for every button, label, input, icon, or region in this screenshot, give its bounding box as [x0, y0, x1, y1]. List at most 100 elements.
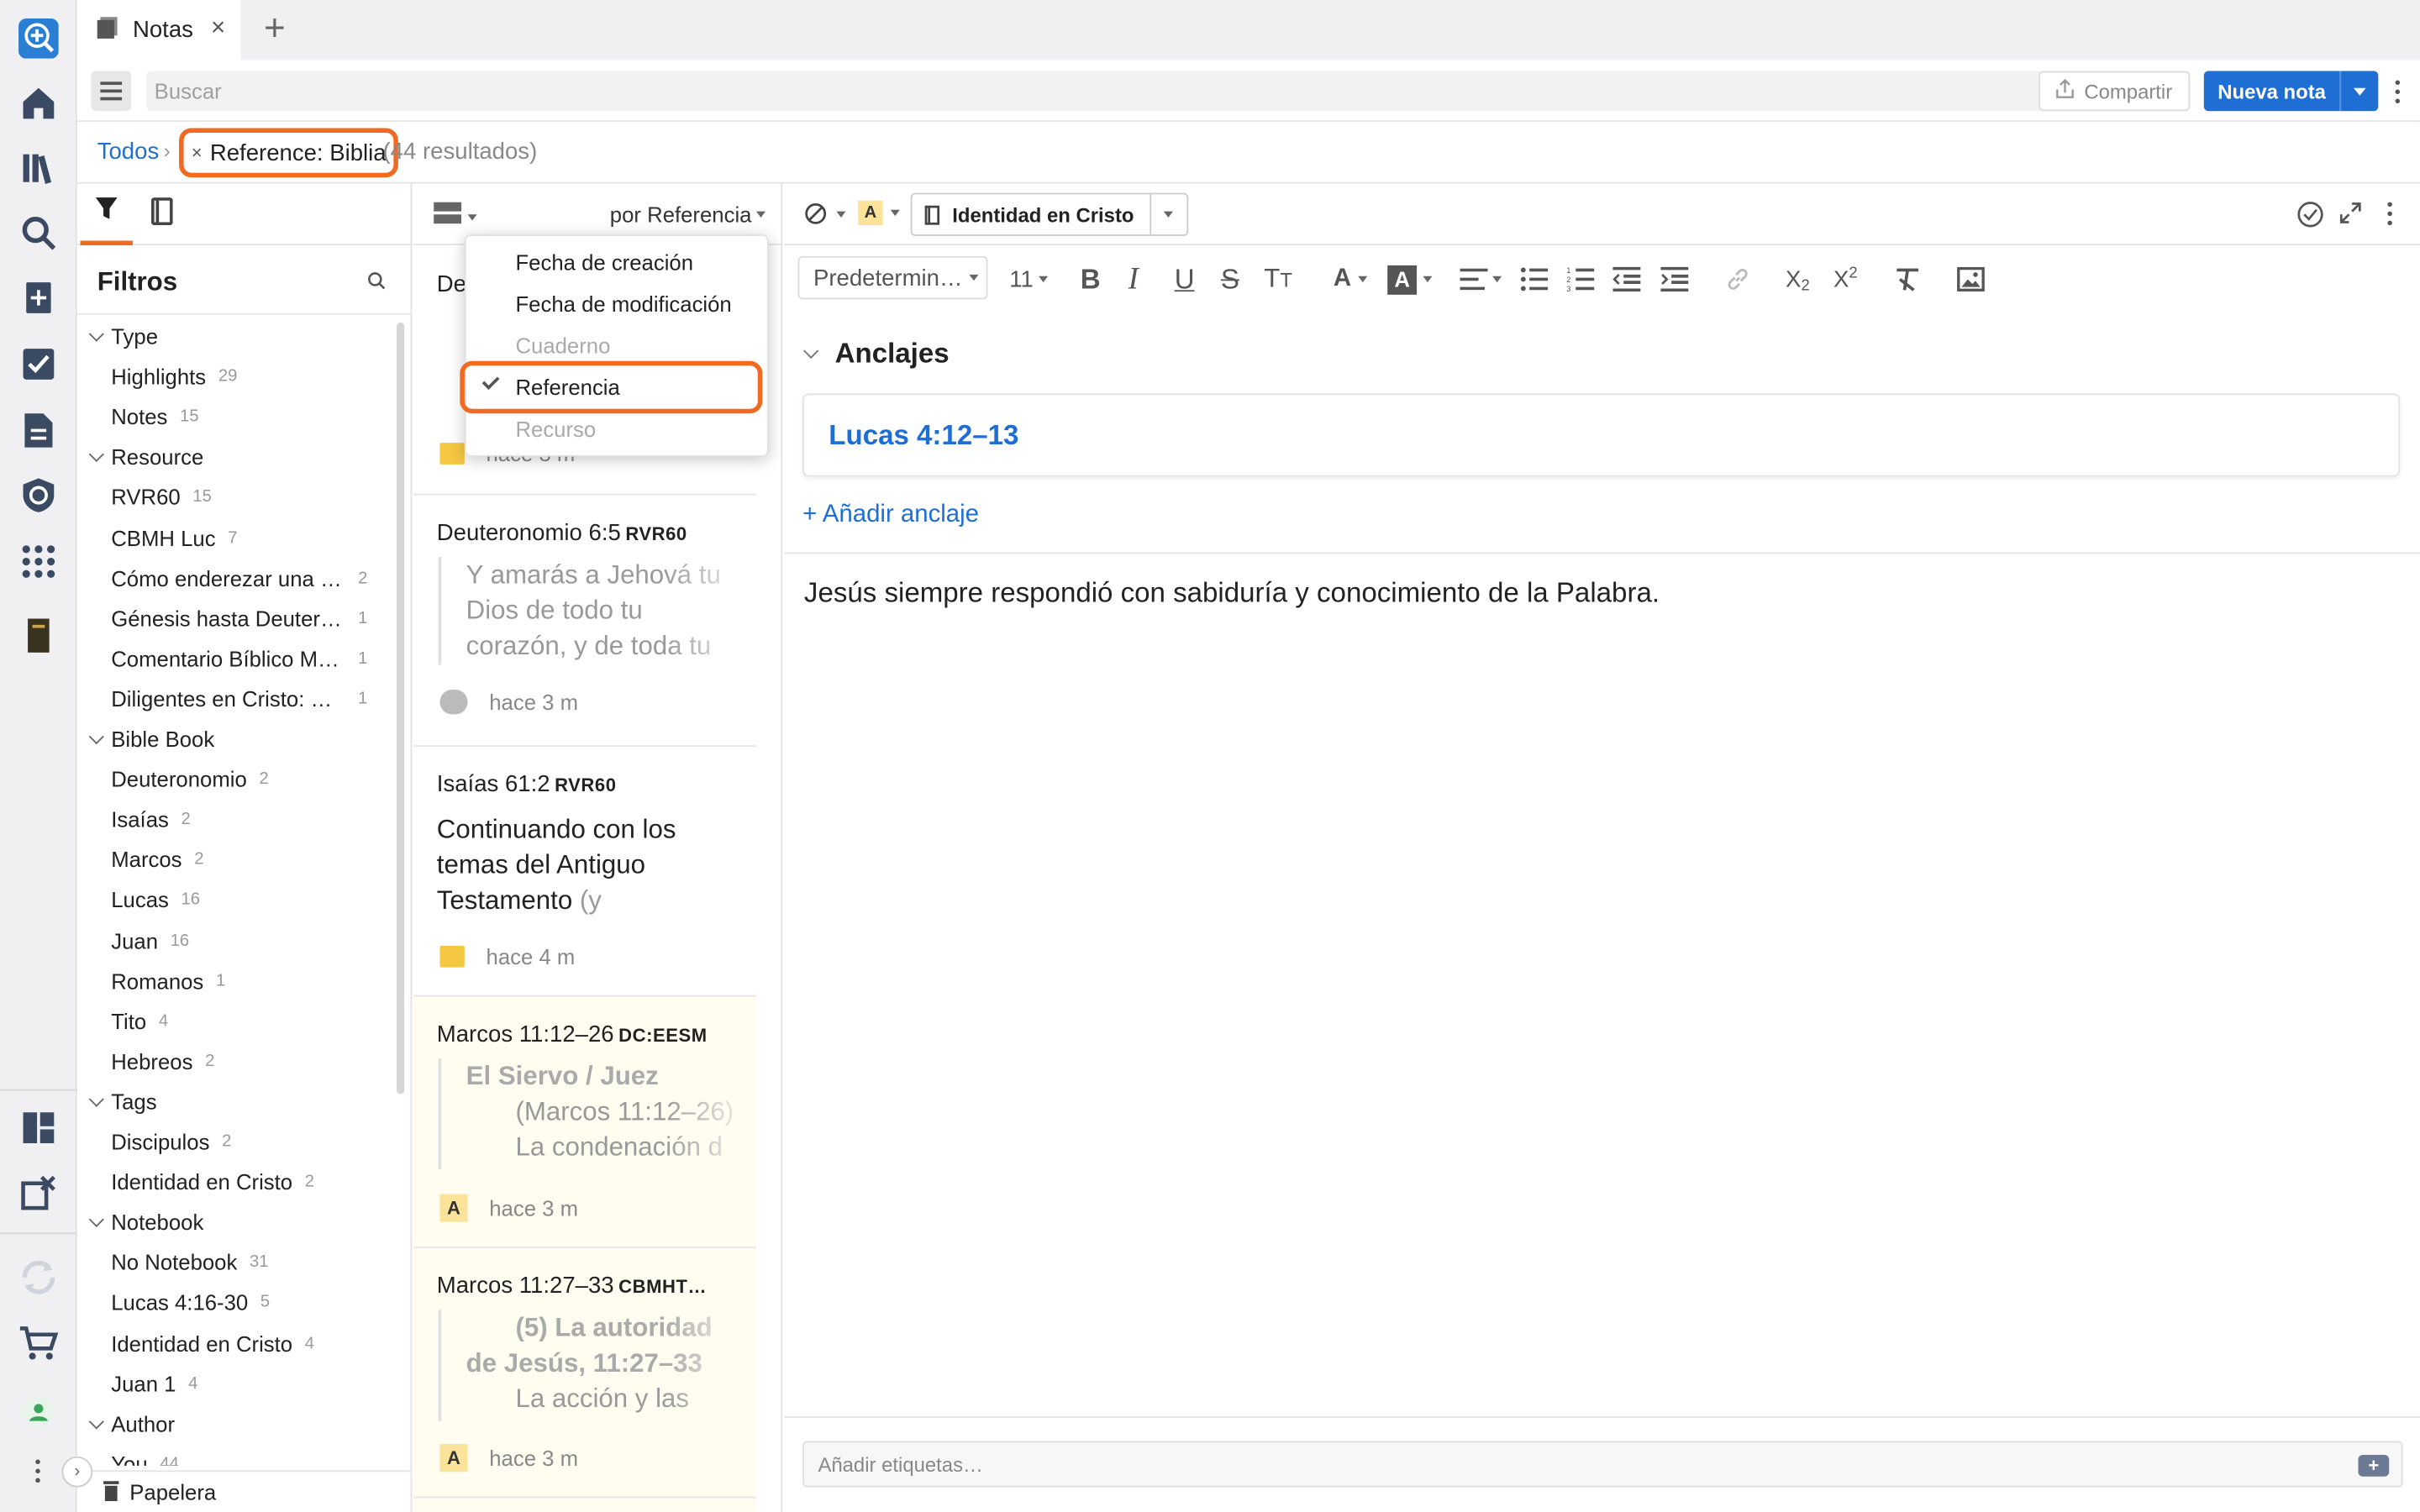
note-card[interactable]: Isaías 61:2 RVR60 Continuando con los tem… — [413, 746, 756, 997]
tab-notes[interactable]: Notas × — [76, 0, 241, 60]
filter-item[interactable]: Highlights 29 — [77, 356, 398, 396]
filter-item[interactable]: Lucas 4:16-30 5 — [77, 1282, 398, 1322]
sync-icon[interactable] — [17, 1256, 60, 1299]
filter-item[interactable]: Identidad en Cristo 4 — [77, 1324, 398, 1364]
editor-more-icon[interactable] — [2387, 202, 2392, 226]
new-note-button[interactable]: Nueva nota — [2203, 71, 2340, 112]
outdent-button[interactable] — [1612, 260, 1641, 297]
filter-search-icon[interactable] — [367, 270, 386, 297]
scrollbar[interactable] — [397, 322, 405, 1095]
sort-option-created[interactable]: Fecha de creación — [466, 242, 771, 282]
filter-item[interactable]: Identidad en Cristo 2 — [77, 1162, 398, 1202]
filter-group[interactable]: Resource — [77, 437, 398, 477]
filter-item[interactable]: Notes 15 — [77, 396, 398, 437]
sort-option-modified[interactable]: Fecha de modificación — [466, 284, 771, 324]
filter-group[interactable]: Bible Book — [77, 719, 398, 759]
add-anchor-link[interactable]: + Añadir anclaje — [802, 501, 979, 529]
filter-item[interactable]: Romanos 1 — [77, 961, 398, 1001]
close-icon[interactable]: × — [211, 15, 225, 43]
indent-button[interactable] — [1660, 260, 1689, 297]
note-card[interactable]: Deuteronomio 6:5 RVR60 Y amarás a Jehová … — [413, 495, 756, 747]
text-color-button[interactable]: A — [1334, 260, 1367, 297]
link-button[interactable] — [1725, 260, 1749, 297]
align-button[interactable] — [1460, 260, 1502, 297]
apps-grid-icon[interactable] — [17, 540, 60, 583]
filter-item[interactable]: Deuteronomio 2 — [77, 759, 398, 800]
bold-button[interactable]: B — [1081, 260, 1101, 297]
add-doc-icon[interactable] — [17, 278, 60, 321]
filter-item[interactable]: CBMH Luc 7 — [77, 518, 398, 559]
more-icon[interactable] — [35, 1459, 40, 1483]
check-circle-icon[interactable] — [2296, 201, 2324, 236]
collapse-anchors-icon[interactable] — [803, 343, 819, 359]
filter-item[interactable]: You 44 — [77, 1444, 398, 1466]
filter-group[interactable]: Notebook — [77, 1202, 398, 1242]
sort-option-reference[interactable]: Referencia — [460, 360, 771, 414]
share-button[interactable]: Compartir — [2039, 71, 2191, 112]
remove-filter-icon[interactable]: × — [192, 142, 203, 164]
filter-item[interactable]: Hebreos 2 — [77, 1042, 398, 1082]
filter-item[interactable]: No Notebook 31 — [77, 1242, 398, 1283]
underline-button[interactable]: U — [1175, 260, 1195, 297]
italic-button[interactable]: I — [1128, 260, 1139, 297]
filter-item[interactable]: Discipulos 2 — [77, 1121, 398, 1162]
strikethrough-button[interactable]: S — [1221, 260, 1239, 297]
note-body-text[interactable]: Jesús siempre respondió con sabiduría y … — [804, 577, 1660, 610]
superscript-button[interactable]: X2 — [1833, 260, 1858, 297]
search-input[interactable] — [154, 78, 2007, 104]
add-tab-button[interactable]: + — [256, 8, 293, 50]
user-icon[interactable] — [17, 1390, 60, 1433]
tab-filters[interactable] — [80, 184, 133, 246]
app-logo-icon[interactable] — [17, 17, 60, 60]
close-panel-icon[interactable] — [17, 1171, 60, 1214]
library-icon[interactable] — [17, 146, 60, 189]
insert-image-button[interactable] — [1957, 260, 1985, 297]
view-mode-button[interactable] — [434, 202, 477, 232]
shield-icon[interactable] — [17, 474, 60, 517]
clear-format-button[interactable] — [1895, 260, 1919, 297]
new-note-dropdown-button[interactable] — [2339, 71, 2379, 112]
search-icon[interactable] — [17, 212, 60, 255]
filter-item[interactable]: Isaías 2 — [77, 799, 398, 839]
bullet-list-button[interactable] — [1520, 260, 1549, 297]
filter-item[interactable]: Lucas 16 — [77, 879, 398, 920]
note-card[interactable] — [413, 1498, 756, 1512]
filter-group[interactable]: Tags — [77, 1082, 398, 1122]
filter-item[interactable]: Marcos 2 — [77, 839, 398, 879]
notebook-select[interactable]: Identidad en Cristo — [910, 192, 1188, 237]
filter-item[interactable]: Diligentes en Cristo: Est… 1 — [77, 679, 398, 719]
expand-icon[interactable] — [2339, 202, 2361, 232]
background-color-button[interactable]: A — [1387, 260, 1433, 297]
book-icon[interactable] — [17, 614, 60, 657]
document-icon[interactable] — [17, 409, 60, 452]
subscript-button[interactable]: X2 — [1786, 260, 1810, 297]
paragraph-style-select[interactable]: Predetermin… — [797, 255, 988, 300]
anchor-link[interactable]: Lucas 4:12–13 — [829, 420, 1018, 453]
add-tag-icon[interactable]: + — [2358, 1455, 2390, 1477]
note-card[interactable]: Marcos 11:12–26 DC:EESM El Siervo / Juez … — [413, 996, 756, 1248]
tags-input[interactable]: Añadir etiquetas… + — [802, 1441, 2403, 1488]
filter-chip[interactable]: × Reference: Biblia — [179, 128, 399, 178]
home-icon[interactable] — [17, 81, 60, 124]
expand-rail-button[interactable]: › — [61, 1456, 93, 1488]
filter-item[interactable]: Tito 4 — [77, 1001, 398, 1042]
hamburger-menu-button[interactable] — [91, 71, 132, 112]
highlight-color-button[interactable]: A — [858, 200, 900, 226]
sort-button[interactable]: por Referencia — [610, 202, 766, 227]
checklist-icon[interactable] — [17, 343, 60, 386]
filter-item[interactable]: Cómo enderezar una ig… 2 — [77, 559, 398, 599]
note-card[interactable]: Marcos 11:27–33 CBMHT… (5) La autoridad d… — [413, 1247, 756, 1499]
more-options-icon[interactable] — [2395, 80, 2401, 104]
cart-icon[interactable] — [17, 1322, 60, 1365]
tab-notebooks[interactable] — [139, 184, 185, 245]
trash-item[interactable]: Papelera — [76, 1470, 411, 1512]
numbered-list-button[interactable]: 123 — [1566, 260, 1595, 297]
filter-item[interactable]: RVR60 15 — [77, 477, 398, 517]
filter-item[interactable]: Comentario Bíblico Mu… 1 — [77, 638, 398, 679]
breadcrumb-all-link[interactable]: Todos — [97, 139, 160, 165]
filter-item[interactable]: Juan 16 — [77, 921, 398, 962]
filter-group[interactable]: Author — [77, 1404, 398, 1444]
note-style-button[interactable] — [804, 202, 846, 226]
layout-icon[interactable] — [17, 1106, 60, 1149]
notebook-dropdown[interactable] — [1149, 194, 1186, 235]
